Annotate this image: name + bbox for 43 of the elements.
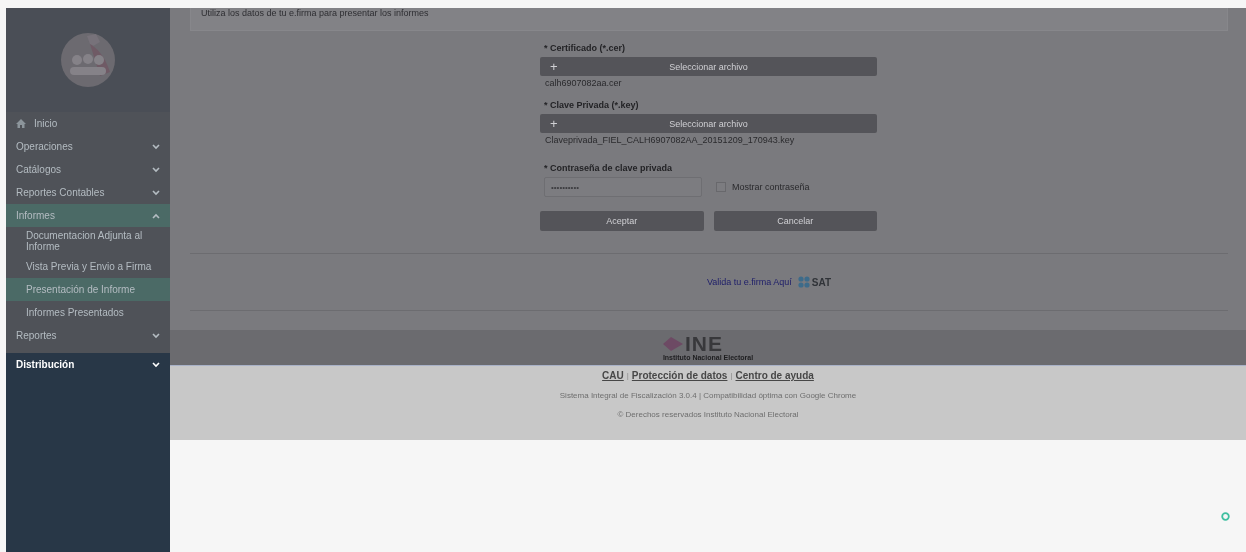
menu-item[interactable]: Operaciones: [6, 135, 170, 158]
chevron-down-icon: [152, 166, 160, 173]
menu-item[interactable]: Catálogos: [6, 158, 170, 181]
menu-item[interactable]: Reportes: [6, 324, 170, 347]
form-button[interactable]: Cancelar: [713, 211, 877, 231]
form-button[interactable]: Aceptar: [540, 211, 704, 231]
field-label: * Clave Privada (*.key): [544, 100, 640, 110]
version-text: Sistema Integral de Fiscalización 3.0.4 | Compatibilidad óptima con Google Chrome: [559, 391, 857, 400]
menu-item[interactable]: Inicio: [6, 112, 170, 135]
file-name: Claveprivada_FIEL_CALH6907082AA_20151209_170943.key: [545, 135, 796, 145]
chevron-down-icon: [152, 332, 160, 339]
loading-ring-icon: [1221, 512, 1230, 521]
dots-logo-icon: [797, 276, 810, 288]
submenu-item[interactable]: Informes Presentados: [6, 301, 170, 324]
submenu-item[interactable]: Vista Previa y Envio a Firma: [6, 255, 170, 278]
file-name: calh6907082aa.cer: [545, 78, 623, 88]
logo-drawing: [60, 32, 116, 88]
chevron-up-icon: [152, 212, 160, 219]
link-separator: |: [626, 371, 629, 380]
link-separator: |: [730, 371, 733, 380]
chevron-down-icon: [152, 143, 160, 150]
footer-link[interactable]: Protección de datos: [631, 370, 728, 381]
sat-logo: SAT: [811, 276, 832, 288]
diamond-icon: [662, 337, 683, 351]
chevron-down-icon: [152, 361, 160, 368]
notice-banner: Utiliza los datos de tu e.firma para presentar los informes: [190, 8, 1228, 31]
submenu-item[interactable]: Presentación de Informe: [6, 278, 170, 301]
copyright-text: © Derechos reservados Instituto Nacional Electoral: [617, 410, 799, 419]
password-field[interactable]: ••••••••••: [544, 177, 702, 197]
submenu-item[interactable]: Documentacion Adjunta al Informe: [6, 227, 170, 255]
field-label: * Contraseña de clave privada: [544, 163, 674, 173]
validate-link[interactable]: Valida tu e.firma Aquí: [706, 277, 792, 287]
file-select-button[interactable]: + Seleccionar archivo: [540, 114, 877, 133]
menu-item[interactable]: Informes: [6, 204, 170, 227]
footer-link[interactable]: Centro de ayuda: [735, 370, 814, 381]
menu-item[interactable]: Reportes Contables: [6, 181, 170, 204]
show-password-checkbox[interactable]: Mostrar contraseña: [716, 182, 810, 192]
file-select-button[interactable]: + Seleccionar archivo: [540, 57, 877, 76]
field-label: * Certificado (*.cer): [544, 43, 627, 53]
menu-item[interactable]: Distribución: [6, 353, 170, 376]
footer-link[interactable]: CAU: [602, 370, 624, 381]
home-icon: [16, 119, 26, 128]
chevron-down-icon: [152, 189, 160, 196]
